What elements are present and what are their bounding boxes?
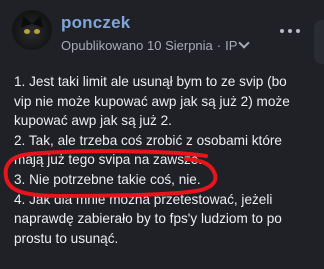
post-line: kupować awp jak są już 2. (14, 113, 172, 129)
avatar-eye-left (24, 29, 30, 34)
post-header: ponczek Opublikowano 10 Sierpnia · IP (0, 0, 324, 64)
post-line: vip nie może kupować awp jak są już 2) m… (14, 93, 290, 109)
post-line: 4. Jak dla mnie można przetestować, jeże… (14, 191, 273, 207)
visibility-label: IP (225, 38, 238, 53)
avatar-eye-right (34, 29, 40, 34)
more-options-icon[interactable] (278, 26, 302, 36)
avatar-ear-left (17, 14, 33, 28)
post-meta: Opublikowano 10 Sierpnia · IP (61, 37, 251, 53)
meta-separator: · (216, 38, 222, 53)
post-line: 1. Jest taki limit ale usunął bym to ze … (14, 74, 287, 89)
avatar-ear-right (31, 14, 47, 28)
more-dot (288, 29, 292, 33)
chevron-down-icon[interactable] (238, 37, 251, 49)
post-line-highlighted: 3. Nie potrzebne takie coś, nie. (14, 171, 201, 187)
post-line: naprawdę zabierało by to fps'y ludziom t… (14, 211, 282, 227)
author-name[interactable]: ponczek (61, 13, 130, 33)
author-avatar[interactable] (12, 10, 52, 50)
more-dot (296, 29, 300, 33)
published-date: Opublikowano 10 Sierpnia (61, 38, 213, 53)
post-line: mają już tego svipa na zawsze. (14, 152, 203, 168)
more-dot (280, 29, 284, 33)
post-line: 2. Tak, ale trzeba coś zrobić z osobami … (14, 132, 282, 148)
post-line: prostu to usunąć. (14, 230, 119, 246)
side-panel-edge (314, 20, 324, 64)
post-body: 1. Jest taki limit ale usunął bym to ze … (14, 72, 312, 248)
